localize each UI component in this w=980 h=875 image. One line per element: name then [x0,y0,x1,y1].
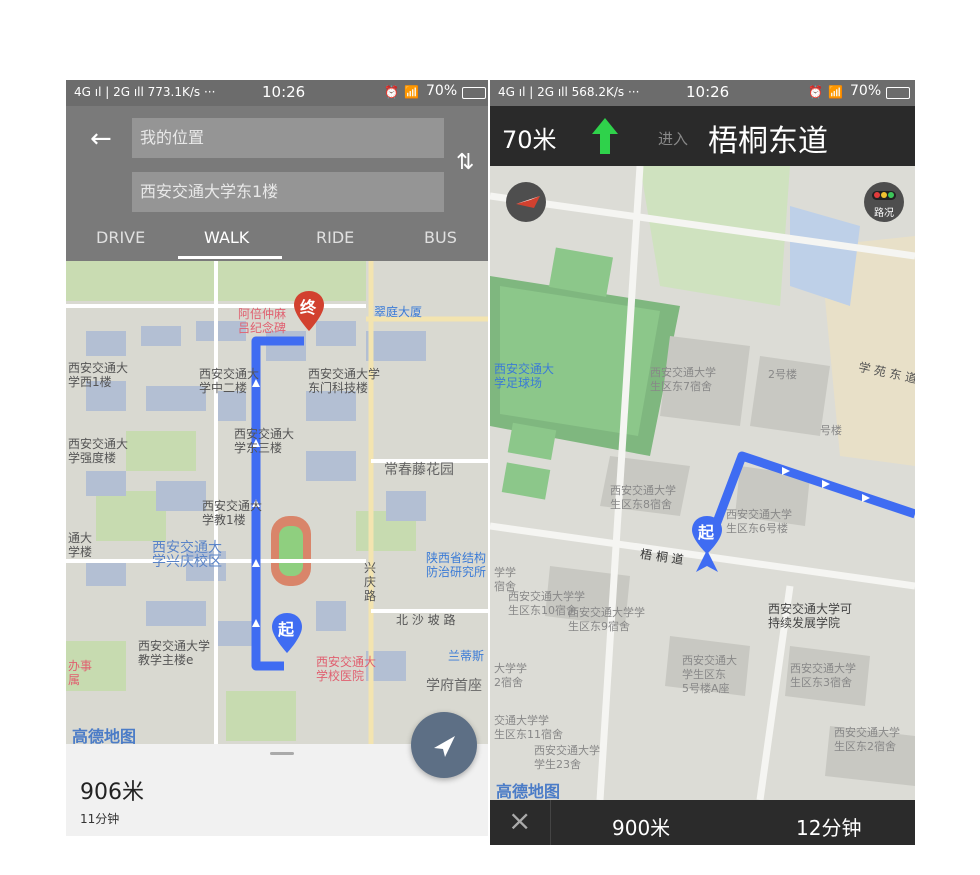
next-road-name: 梧桐东道 [708,124,828,159]
divider [550,800,551,845]
battery-percent: 70% [426,83,458,99]
label-east2: 西安交通大学 生区东2宿舍 [834,726,900,753]
label-cuiting: 翠庭大厦 [374,305,423,319]
label-xuefu: 学府首座 [426,678,482,694]
nav-wifi-icon: 📶 [828,85,843,99]
straight-arrow-icon [592,118,618,154]
nav-clock: 10:26 [686,83,730,101]
back-arrow-icon[interactable]: ← [90,124,112,154]
tab-drive[interactable]: DRIVE [96,228,145,247]
label-hospital: 西安交通大 学校医院 [316,655,377,683]
label-banshi: 办事 属 [68,659,93,687]
start-navigation-button[interactable] [411,712,477,778]
alarm-icon: ⏰ [384,85,399,99]
label-jiao1: 西安交通大 学教1楼 [202,499,263,527]
navigate-arrow-icon [434,736,455,757]
right-screen: 西安交通大 学足球场 西安交通大学 生区东7宿舍 2号楼 学 苑 东 道 号楼 … [490,80,915,845]
traffic-light-icon [872,191,896,200]
remaining-time: 12分钟 [796,816,862,840]
label-lanti: 兰蒂斯 [448,649,485,663]
left-screen: 阿倍仲麻 吕纪念碑 翠庭大厦 西安交通大 学西1楼 西安交通大 学中二楼 西安交… [66,80,488,836]
label-east11: 交通大学学 生区东11宿舍 [494,714,563,741]
compass-icon [516,196,540,208]
label-abei: 阿倍仲麻 吕纪念碑 [238,307,287,335]
map-logo: 高德地图 [72,727,137,744]
status-bar: 4G ıl | 2G ıll 773.1K/s ··· 10:26 ⏰ 📶 70… [66,80,488,106]
clock: 10:26 [262,83,306,101]
route-search-panel: ← 我的位置 西安交通大学东1楼 ⇅ DRIVE WALK RIDE BUS [66,106,488,261]
label-changchun: 常春藤花园 [384,462,454,478]
swap-icon[interactable]: ⇅ [456,150,474,175]
end-marker[interactable]: 终 [292,289,326,333]
start-marker[interactable]: 起 [270,611,304,661]
drag-handle[interactable] [270,752,294,755]
label-east5: 西安交通大 学生区东 5号楼A座 [682,654,737,695]
label-west1: 西安交通大 学西1楼 [68,361,129,389]
label-east-gate: 西安交通大学 东门科技楼 [308,367,381,395]
label-east8: 西安交通大学 生区东8宿舍 [610,484,676,511]
label-xuesheng: 学学 宿舍 [494,566,516,593]
label-east2-floor: 2号楼 [768,368,797,381]
label-east3: 西安交通大学 生区东3宿舍 [790,662,856,689]
traffic-button[interactable]: 路况 [864,182,904,222]
compass-button[interactable] [506,182,546,222]
nav-battery-icon [886,87,910,99]
next-turn-distance: 70米 [502,126,557,154]
nav-network-status: 4G ıl | 2G ıll 568.2K/s ··· [498,85,640,99]
wifi-icon: 📶 [404,85,419,99]
exit-navigation-button[interactable]: × [508,804,531,837]
label-building-no: 号楼 [820,424,842,437]
end-marker-text: 终 [300,298,317,317]
route-map[interactable]: 阿倍仲麻 吕纪念碑 翠庭大厦 西安交通大 学西1楼 西安交通大 学中二楼 西安交… [66,261,488,744]
label-east9: 西安交通大学学 生区东9宿舍 [568,606,645,633]
label-stu23: 西安交通大学 学生23舍 [534,744,600,771]
label-beisha-road: 北 沙 坡 路 [396,613,456,627]
network-status: 4G ıl | 2G ıll 773.1K/s ··· [74,85,216,99]
from-field[interactable]: 我的位置 [132,118,444,158]
nav-bottom-bar: × 900米 12分钟 [490,800,915,845]
route-distance: 906米 [80,780,144,805]
nav-start-marker[interactable]: 起 [690,514,724,574]
navigation-map[interactable]: 西安交通大 学足球场 西安交通大学 生区东7宿舍 2号楼 学 苑 东 道 号楼 … [490,166,915,800]
label-east7: 西安交通大学 生区东7宿舍 [650,366,716,393]
route-duration: 11分钟 [80,812,120,826]
label-main-building: 西安交通大学 教学主楼e [138,639,211,667]
label-xingqing: 西安交通大 学兴庆校区 [152,540,222,570]
label-dong3: 西安交通大 学东三楼 [234,427,295,455]
tab-bus[interactable]: BUS [424,228,457,247]
remaining-distance: 900米 [612,816,671,840]
nav-battery-percent: 70% [850,83,882,99]
nav-map-canvas [490,166,915,800]
tab-walk-underline [178,256,282,259]
label-stadium: 西安交通大 学足球场 [494,362,555,390]
label-qiangdu: 西安交通大 学强度楼 [68,437,129,465]
traffic-label: 路况 [874,208,894,219]
label-xingqing-road: 兴 庆 路 [364,561,377,603]
label-shaanxi-inst: 陕西省结构 防治研究所 [426,551,487,579]
nav-status-bar: 4G ıl | 2G ıll 568.2K/s ··· 10:26 ⏰ 📶 70… [490,80,915,106]
battery-icon [462,87,486,99]
label-sust: 西安交通大学可 持续发展学院 [768,602,853,630]
start-marker-text: 起 [278,620,295,639]
label-east6: 西安交通大学 生区东6号楼 [726,508,792,535]
to-field[interactable]: 西安交通大学东1楼 [132,172,444,212]
nav-alarm-icon: ⏰ [808,85,823,99]
enter-label: 进入 [658,130,689,148]
label-tonglou: 通大 学楼 [68,531,93,559]
nav-map-logo: 高德地图 [496,782,561,800]
turn-instruction-bar: 70米 进入 梧桐东道 [490,106,915,166]
nav-start-marker-text: 起 [698,523,715,542]
tab-ride[interactable]: RIDE [316,228,354,247]
tab-walk[interactable]: WALK [204,228,249,247]
label-xue2: 大学学 2宿舍 [494,662,527,689]
label-zhong: 西安交通大 学中二楼 [199,367,260,395]
